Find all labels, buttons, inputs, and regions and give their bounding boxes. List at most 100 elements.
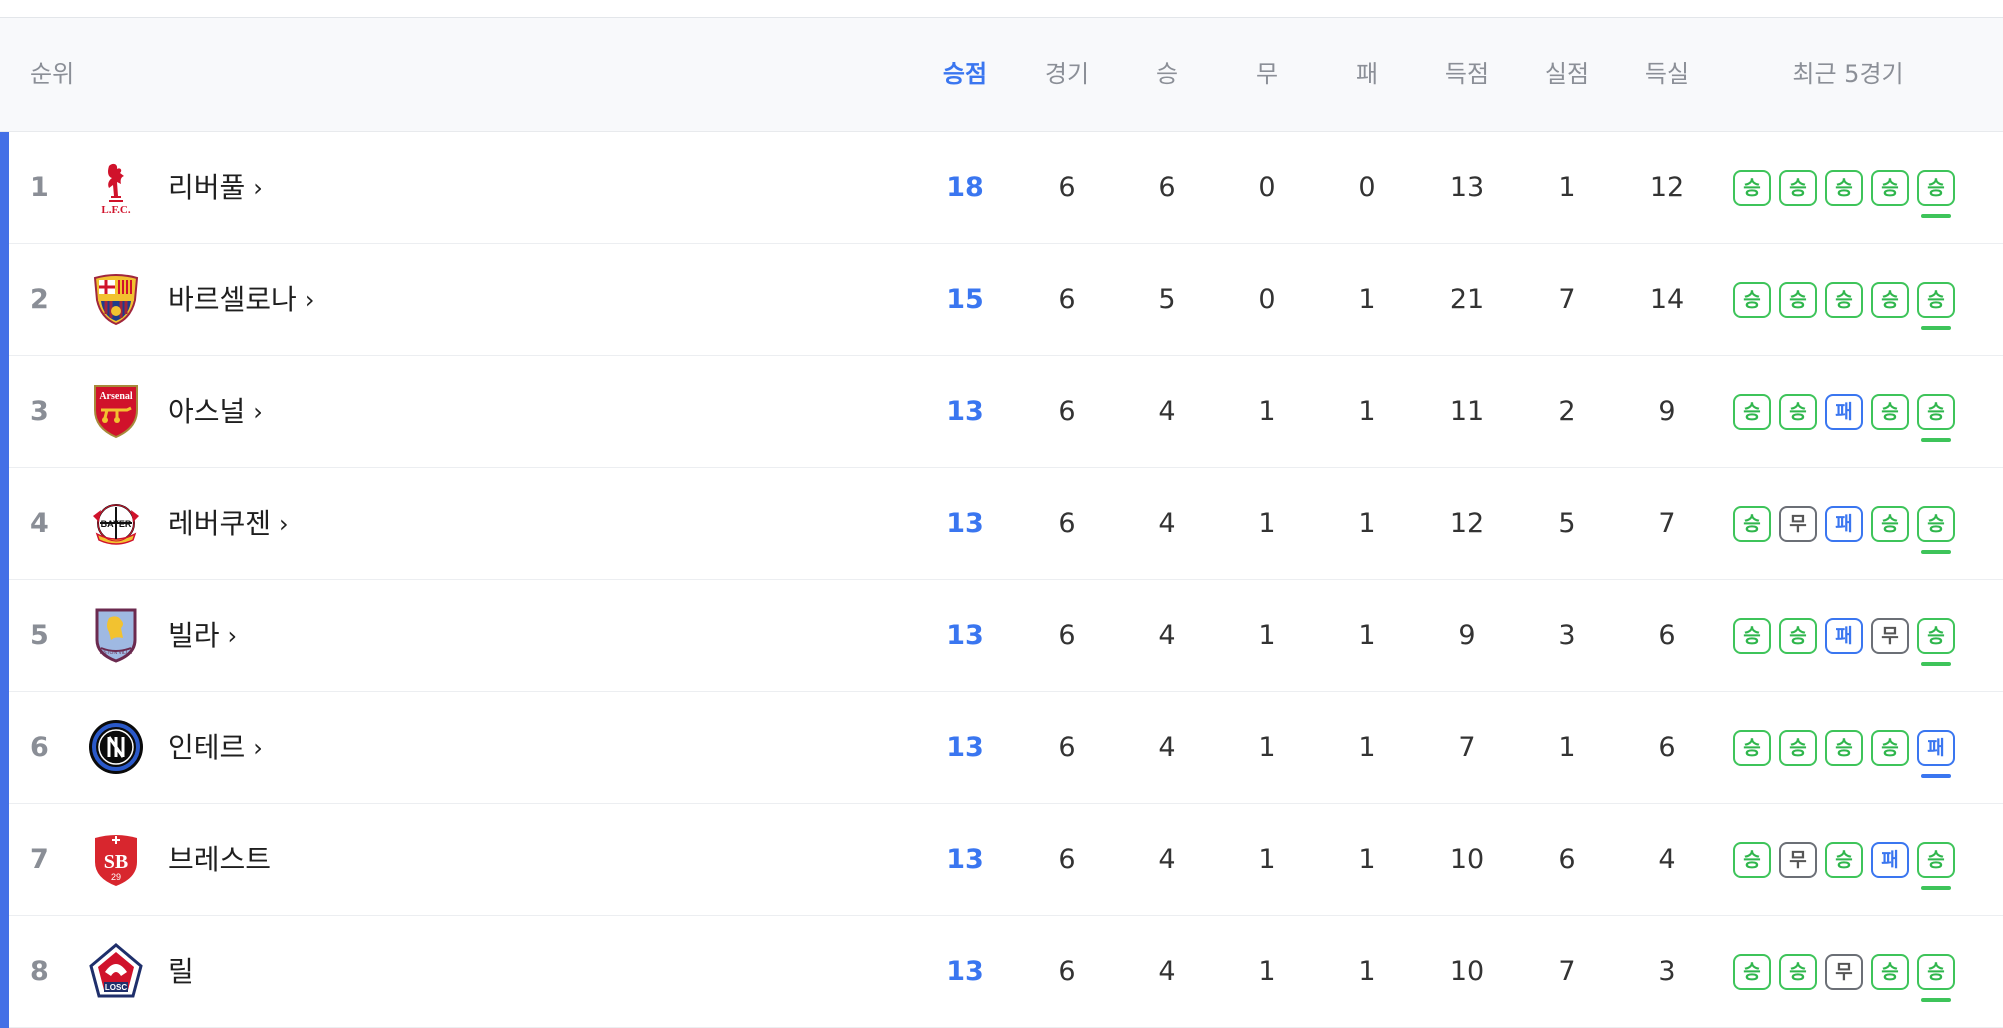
form-result-badge[interactable]: 패 [1825,618,1863,654]
goals-for-cell: 9 [1458,620,1476,651]
header-drawn[interactable]: 무 [1232,18,1302,131]
header-goal-diff[interactable]: 득실 [1632,18,1702,131]
rank-cell: 1 [30,172,49,203]
team-name: 리버풀 [168,171,246,204]
form-result-badge[interactable]: 승 [1733,730,1771,766]
form-result-badge[interactable]: 승 [1733,394,1771,430]
form-result-badge[interactable]: 승 [1917,506,1955,542]
form-result-badge[interactable]: 승 [1825,730,1863,766]
team-name-link[interactable]: 아스널 › [168,356,263,467]
drawn-cell: 1 [1258,732,1276,763]
form-result-badge[interactable]: 승 [1733,506,1771,542]
svg-text:SB: SB [104,851,128,873]
form-result-badge[interactable]: 승 [1779,954,1817,990]
team-name-link[interactable]: 바르셀로나 › [168,244,314,355]
form-result-badge[interactable]: 패 [1917,730,1955,766]
table-row[interactable]: 5 ASTON VILLA 빌라 › 13 6 4 1 1 9 3 6 승 승 패 무 승 [0,580,2003,692]
form-result-badge[interactable]: 승 [1779,282,1817,318]
form-result-badge[interactable]: 승 [1917,282,1955,318]
team-name: 인테르 [168,731,246,764]
form-result-badge[interactable]: 무 [1871,618,1909,654]
team-name-link[interactable]: 빌라 › [168,580,237,691]
chevron-right-icon: › [227,622,238,650]
chevron-right-icon: › [253,174,263,202]
team-name-link[interactable]: 인테르 › [168,692,263,803]
header-lost[interactable]: 패 [1332,18,1402,131]
won-cell: 4 [1158,396,1176,427]
points-cell: 18 [946,172,984,203]
form-result-badge[interactable]: 승 [1917,954,1955,990]
svg-text:BAYER: BAYER [101,519,132,529]
points-cell: 13 [946,956,984,987]
header-played[interactable]: 경기 [1032,18,1102,131]
form-result-badge[interactable]: 승 [1871,170,1909,206]
form-result-badge[interactable]: 승 [1917,394,1955,430]
header-won[interactable]: 승 [1132,18,1202,131]
table-row[interactable]: 7 SB 29 브레스트 13 6 4 1 1 10 6 4 승 무 승 패 승 [0,804,2003,916]
goal-diff-cell: 3 [1658,956,1676,987]
header-goals-for[interactable]: 득점 [1432,18,1502,131]
drawn-cell: 1 [1258,508,1276,539]
form-result-badge[interactable]: 승 [1733,618,1771,654]
form-result-badge[interactable]: 패 [1825,506,1863,542]
table-row[interactable]: 1 L.F.C. 리버풀 › 18 6 6 0 0 13 1 12 승 승 승 승 승 [0,132,2003,244]
form-result-badge[interactable]: 패 [1825,394,1863,430]
points-cell: 15 [946,284,984,315]
won-cell: 5 [1158,284,1176,315]
form-result-badge[interactable]: 무 [1779,842,1817,878]
chevron-right-icon: › [304,286,315,314]
table-row[interactable]: 2 바르셀로나 › 15 6 5 0 1 21 7 14 승 승 승 승 승 [0,244,2003,356]
lost-cell: 0 [1358,172,1376,203]
chevron-right-icon: › [253,398,263,426]
qualification-indicator [0,580,9,692]
won-cell: 4 [1158,620,1176,651]
form-result-badge[interactable]: 무 [1825,954,1863,990]
form-result-badge[interactable]: 승 [1733,954,1771,990]
liverpool-crest-icon: L.F.C. [87,158,145,216]
form-result-badge[interactable]: 승 [1825,170,1863,206]
team-name-link[interactable]: 릴 [168,916,194,1027]
form-result-badge[interactable]: 무 [1779,506,1817,542]
form-result-badge[interactable]: 승 [1871,730,1909,766]
form-result-badge[interactable]: 승 [1917,170,1955,206]
latest-match-indicator [1921,326,1951,330]
form-result-badge[interactable]: 승 [1871,954,1909,990]
form-result-badge[interactable]: 승 [1779,394,1817,430]
table-row[interactable]: 8 LOSC 릴 13 6 4 1 1 10 7 3 승 승 무 승 승 [0,916,2003,1028]
form-result-badge[interactable]: 승 [1779,170,1817,206]
team-name-link[interactable]: 레버쿠젠 › [168,468,289,579]
goals-against-cell: 1 [1558,172,1576,203]
table-row[interactable]: 4 BAYER 레버쿠젠 › 13 6 4 1 1 12 5 7 승 무 패 승 승 [0,468,2003,580]
header-recent-form: 최근 5경기 [1792,60,1904,88]
latest-match-indicator [1921,774,1951,778]
form-result-badge[interactable]: 승 [1825,842,1863,878]
header-points[interactable]: 승점 [930,18,1000,131]
form-result-badge[interactable]: 승 [1871,506,1909,542]
form-result-badge[interactable]: 승 [1733,842,1771,878]
goals-for-cell: 13 [1449,172,1485,203]
form-result-badge[interactable]: 패 [1871,842,1909,878]
barcelona-crest-icon [87,270,145,328]
form-result-badge[interactable]: 승 [1917,842,1955,878]
form-result-badge[interactable]: 승 [1871,282,1909,318]
team-name: 아스널 [168,395,246,428]
header-goals-against[interactable]: 실점 [1532,18,1602,131]
form-result-badge[interactable]: 승 [1825,282,1863,318]
form-result-badge[interactable]: 승 [1917,618,1955,654]
table-row[interactable]: 3 Arsenal 아스널 › 13 6 4 1 1 11 2 9 승 승 패 승 승 [0,356,2003,468]
form-result-badge[interactable]: 승 [1871,394,1909,430]
team-name-link[interactable]: 리버풀 › [168,132,263,243]
goals-for-cell: 12 [1449,508,1485,539]
recent-form: 승무승패승 [1733,804,1963,915]
header-rank[interactable]: 순위 [30,18,74,131]
form-result-badge[interactable]: 승 [1779,618,1817,654]
svg-text:ASTON VILLA: ASTON VILLA [100,650,133,656]
villa-crest-icon: ASTON VILLA [87,606,145,664]
team-name-link[interactable]: 브레스트 [168,804,271,915]
form-result-badge[interactable]: 승 [1733,170,1771,206]
table-row[interactable]: 6 인테르 › 13 6 4 1 1 7 1 6 승 승 승 승 패 [0,692,2003,804]
form-result-badge[interactable]: 승 [1733,282,1771,318]
form-result-badge[interactable]: 승 [1779,730,1817,766]
qualification-indicator [0,468,9,580]
drawn-cell: 0 [1258,284,1276,315]
